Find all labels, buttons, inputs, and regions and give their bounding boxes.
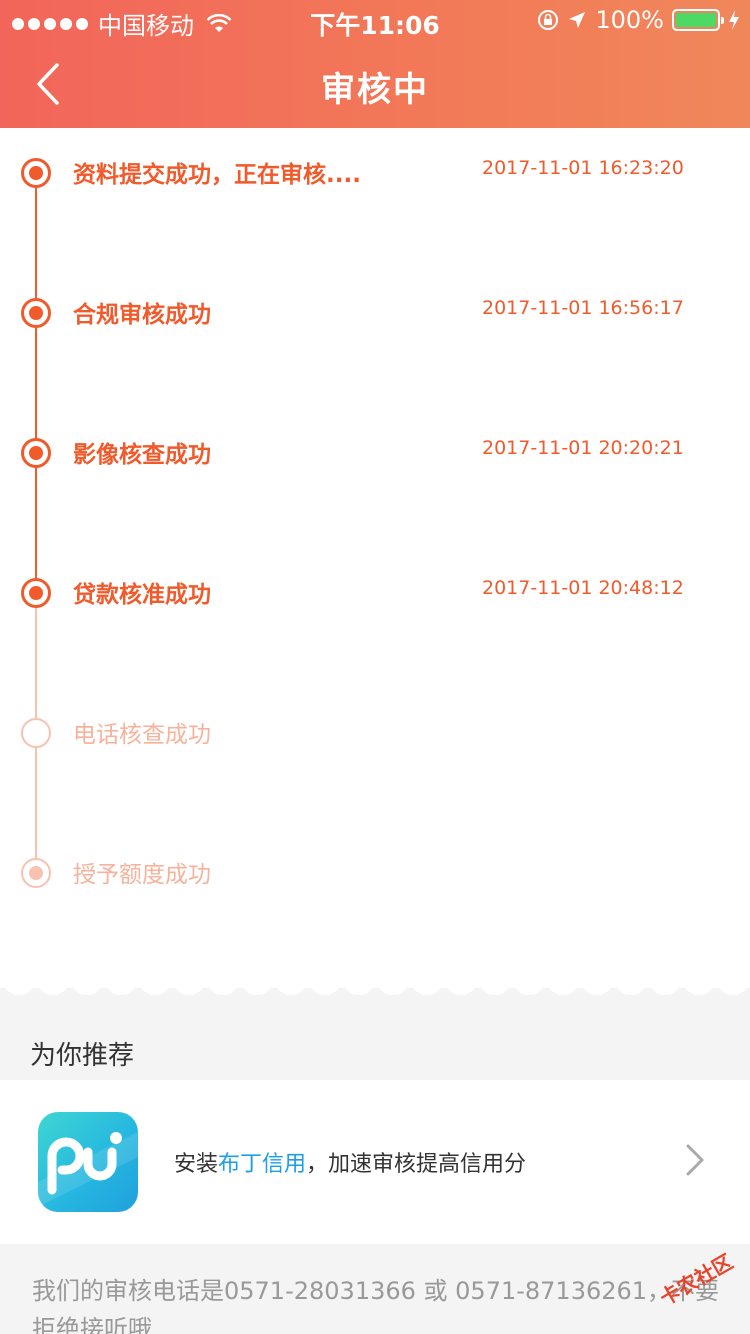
step-label: 贷款核准成功: [73, 582, 211, 608]
rotation-lock-icon: [538, 10, 559, 30]
step-done-icon: [21, 158, 51, 188]
timeline-step: 贷款核准成功 2017-11-01 20:48:12: [0, 572, 750, 612]
step-label: 电话核查成功: [73, 722, 211, 748]
timeline-step: 授予额度成功: [0, 852, 750, 892]
step-label: 资料提交成功，正在审核....: [73, 162, 361, 188]
page-title: 审核中: [321, 70, 429, 110]
timeline-line-done: [35, 172, 37, 592]
step-label: 授予额度成功: [73, 862, 211, 888]
timeline-step: 资料提交成功，正在审核.... 2017-11-01 16:23:20: [0, 152, 750, 192]
step-pending-icon: [21, 718, 51, 748]
recommend-text-suffix: ，加速审核提高信用分: [306, 1152, 527, 1177]
step-label: 合规审核成功: [73, 302, 211, 328]
step-time: 2017-11-01 20:20:21: [482, 437, 684, 459]
header: 中国移动 下午11:06 100% 审核中: [0, 0, 750, 128]
charging-icon: [729, 10, 739, 30]
progress-timeline: 资料提交成功，正在审核.... 2017-11-01 16:23:20 合规审核…: [0, 128, 750, 988]
timeline-step: 影像核查成功 2017-11-01 20:20:21: [0, 432, 750, 472]
phone-notice: 我们的审核电话是0571-28031366 或 0571-87136261，不要…: [32, 1277, 720, 1334]
step-label: 影像核查成功: [73, 442, 211, 468]
step-time: 2017-11-01 16:23:20: [482, 157, 684, 179]
recommend-app-link[interactable]: 布丁信用: [218, 1152, 306, 1177]
step-time: 2017-11-01 16:56:17: [482, 297, 684, 319]
step-done-icon: [21, 298, 51, 328]
chevron-right-icon: [686, 1144, 704, 1176]
status-right: 100%: [537, 6, 740, 34]
recommend-text-prefix: 安装: [174, 1152, 219, 1177]
step-time: 2017-11-01 20:48:12: [482, 577, 684, 599]
location-arrow-icon: [569, 12, 586, 28]
nav-bar: 审核中: [0, 40, 750, 128]
step-done-icon: [21, 578, 51, 608]
svg-text:卡农社区: 卡农社区: [656, 1250, 737, 1310]
step-pending-icon: [21, 858, 51, 888]
battery-percent: 100%: [595, 6, 664, 34]
budding-credit-app-icon: [38, 1112, 138, 1212]
recommend-card[interactable]: 安装布丁信用，加速审核提高信用分: [0, 1080, 750, 1244]
scalloped-divider: [0, 970, 750, 995]
watermark-logo: 卡农社区: [656, 1250, 737, 1310]
battery-icon: [672, 9, 724, 31]
status-bar: 中国移动 下午11:06 100%: [0, 0, 750, 40]
step-done-icon: [21, 438, 51, 468]
recommend-text: 安装布丁信用，加速审核提高信用分: [174, 1146, 526, 1178]
timeline-step: 合规审核成功 2017-11-01 16:56:17: [0, 292, 750, 332]
timeline-step: 电话核查成功: [0, 712, 750, 752]
recommend-title: 为你推荐: [30, 1041, 135, 1071]
